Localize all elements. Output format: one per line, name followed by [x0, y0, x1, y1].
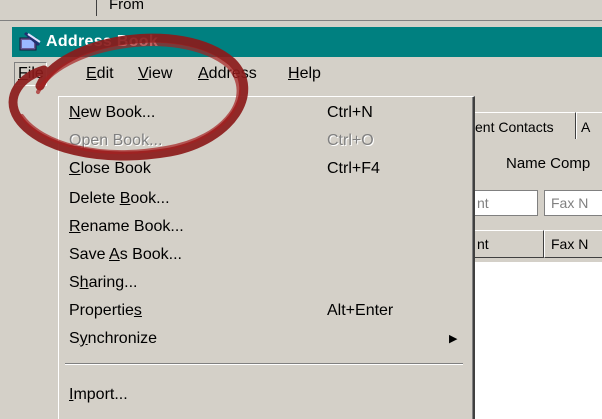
shortcut-label: Ctrl+F4 [327, 160, 380, 177]
menu-item-properties[interactable]: Properties Alt+Enter [59, 297, 469, 325]
submenu-arrow-icon: ▶ [449, 333, 458, 345]
menu-edit[interactable]: Edit [86, 65, 114, 83]
background-window-strip: From [0, 0, 602, 21]
menu-view[interactable]: View [138, 65, 172, 83]
shortcut-label: Ctrl+N [327, 104, 373, 121]
field-left[interactable]: nt [470, 190, 538, 216]
window-title: Address Book [46, 33, 159, 50]
menu-file-mnemonic: F [18, 65, 28, 82]
menu-separator [65, 363, 463, 365]
background-header: Name Comp [470, 150, 602, 178]
menu-item-delete-book[interactable]: Delete Book... [59, 185, 469, 213]
column-header-left[interactable]: nt [470, 230, 544, 258]
shortcut-label: Alt+Enter [327, 302, 394, 319]
menu-view-label: iew [148, 65, 173, 82]
menu-address[interactable]: Address [198, 65, 257, 83]
menu-help-mnemonic: H [288, 65, 300, 82]
menu-item-synchronize[interactable]: Synchronize ▶ [59, 325, 469, 353]
menu-item-import[interactable]: Import... [59, 381, 469, 409]
partial-label-fragment [69, 415, 81, 419]
menu-bar: File Edit View Address Help [12, 58, 602, 86]
fax-number-field[interactable]: Fax N [544, 190, 602, 216]
menu-edit-label: dit [96, 65, 114, 82]
title-bar[interactable]: Address Book [12, 27, 602, 57]
menu-edit-mnemonic: E [86, 65, 97, 82]
file-menu-dropdown: New Book... Ctrl+N Open Book... Ctrl+O C… [58, 96, 475, 419]
background-list[interactable] [470, 262, 602, 419]
menu-item-close-book[interactable]: Close Book Ctrl+F4 [59, 155, 469, 183]
tab-recent-contacts[interactable]: ent Contacts [470, 112, 576, 139]
address-book-icon [18, 32, 42, 57]
menu-help-label: elp [299, 65, 321, 82]
menu-item-open-book[interactable]: Open Book... Ctrl+O [59, 127, 469, 155]
menu-help[interactable]: Help [288, 65, 321, 83]
background-column-header: nt Fax N [470, 230, 602, 258]
shortcut-label: Ctrl+O [327, 132, 374, 149]
menu-address-mnemonic: A [198, 65, 209, 82]
menu-item-partial-next[interactable] [59, 409, 469, 419]
menu-view-mnemonic: V [138, 65, 149, 82]
menu-file-label: ile [27, 65, 44, 82]
menu-file[interactable]: File [14, 62, 47, 86]
menu-address-label: ddress [208, 65, 257, 82]
background-tab-strip: ent Contacts A [470, 112, 602, 139]
menu-item-sharing[interactable]: Sharing... [59, 269, 469, 297]
background-field-row: nt Fax N [470, 190, 602, 216]
menu-item-save-as-book[interactable]: Save As Book... [59, 241, 469, 269]
menu-item-rename-book[interactable]: Rename Book... [59, 213, 469, 241]
tab-next[interactable]: A [576, 112, 602, 139]
background-tab-from[interactable]: From [96, 0, 159, 16]
menu-item-new-book[interactable]: New Book... Ctrl+N [59, 99, 469, 127]
name-comp-label: Name Comp [506, 155, 591, 172]
column-header-fax[interactable]: Fax N [544, 230, 602, 258]
